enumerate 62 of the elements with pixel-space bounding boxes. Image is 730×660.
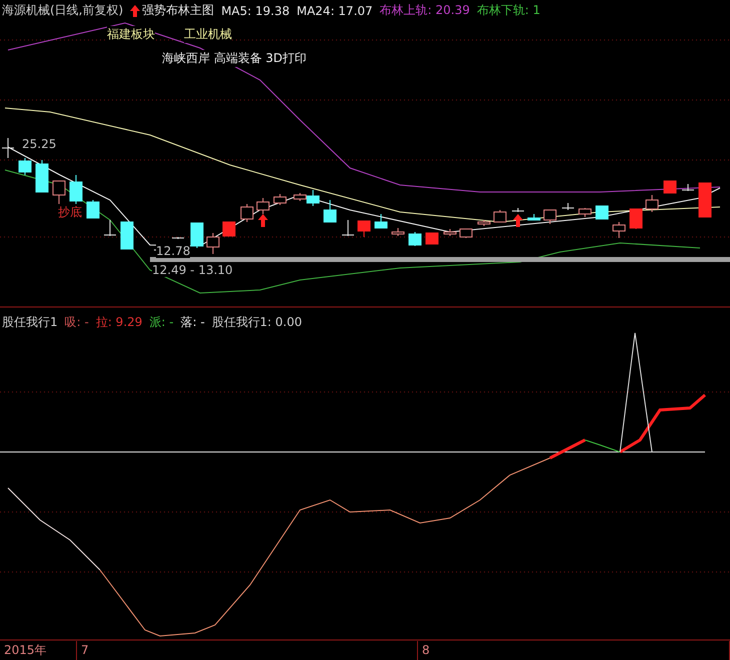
candlestick xyxy=(460,228,472,238)
indicator-label: 派: - xyxy=(149,314,174,331)
header-label: MA24: 17.07 xyxy=(296,4,373,18)
candlestick xyxy=(408,232,422,246)
indicator-label: 落: - xyxy=(180,314,205,331)
header-label: 海源机械(日线,前复权) xyxy=(2,2,124,19)
header-label: 强势布林主图 xyxy=(142,2,214,19)
candlestick xyxy=(444,228,456,236)
candlestick xyxy=(646,194,658,212)
candlestick xyxy=(528,214,540,220)
candlestick xyxy=(2,138,14,158)
candlestick xyxy=(342,220,354,236)
sector-tag: 工业机械 xyxy=(184,26,232,43)
indicator-label: 股任我行1: 0.00 xyxy=(212,314,302,331)
price-annotation: 抄底 xyxy=(58,204,82,221)
sector-tag: 福建板块 xyxy=(107,26,155,43)
header-label: 布林下轨: 1 xyxy=(476,2,540,19)
candlestick xyxy=(478,220,490,226)
up-arrow-icon xyxy=(130,4,140,16)
candlestick xyxy=(70,174,82,204)
time-axis-label: 2015年 xyxy=(0,641,77,660)
indicator-label: 吸: - xyxy=(64,314,89,331)
price-annotation: 12.49 - 13.10 xyxy=(152,263,233,277)
candlestick xyxy=(240,204,254,222)
candlestick xyxy=(578,208,592,218)
candlestick xyxy=(630,208,642,230)
candlestick xyxy=(36,160,48,192)
indicator-label: 拉: 9.29 xyxy=(96,314,142,331)
header-label: MA5: 19.38 xyxy=(221,4,290,18)
candlestick xyxy=(172,236,184,240)
candlestick xyxy=(86,200,100,218)
candlestick xyxy=(256,198,270,214)
candlestick xyxy=(274,194,286,206)
price-annotation: 12.78 xyxy=(156,244,190,258)
candlestick xyxy=(544,210,556,224)
candlestick xyxy=(596,206,608,220)
candlestick xyxy=(426,232,438,244)
header-label: 布林上轨: 20.39 xyxy=(380,2,470,19)
candlestick xyxy=(392,228,404,236)
candlestick xyxy=(698,182,712,218)
up-arrow-icon xyxy=(258,214,268,227)
sector-tag: 海峡西岸 高端装备 3D打印 xyxy=(162,50,307,67)
candlestick xyxy=(104,220,116,236)
candlestick xyxy=(664,180,676,194)
candlestick xyxy=(374,214,388,228)
candlestick xyxy=(562,202,574,210)
candlestick xyxy=(494,210,506,222)
candlestick xyxy=(120,222,134,250)
candlestick xyxy=(206,232,220,254)
candlestick xyxy=(324,200,336,222)
candlestick xyxy=(512,208,524,212)
time-axis-label: 7 xyxy=(77,641,418,660)
candlestick xyxy=(190,222,204,248)
candlestick xyxy=(222,222,236,236)
candlestick xyxy=(18,158,32,176)
candlestick xyxy=(612,222,626,238)
time-axis-label: 8 xyxy=(418,641,730,660)
up-arrow-icon xyxy=(513,214,523,227)
candlestick xyxy=(358,220,370,238)
candlestick xyxy=(682,184,694,192)
indicator-label: 股任我行1 xyxy=(2,314,58,331)
price-annotation: 25.25 xyxy=(22,137,56,151)
